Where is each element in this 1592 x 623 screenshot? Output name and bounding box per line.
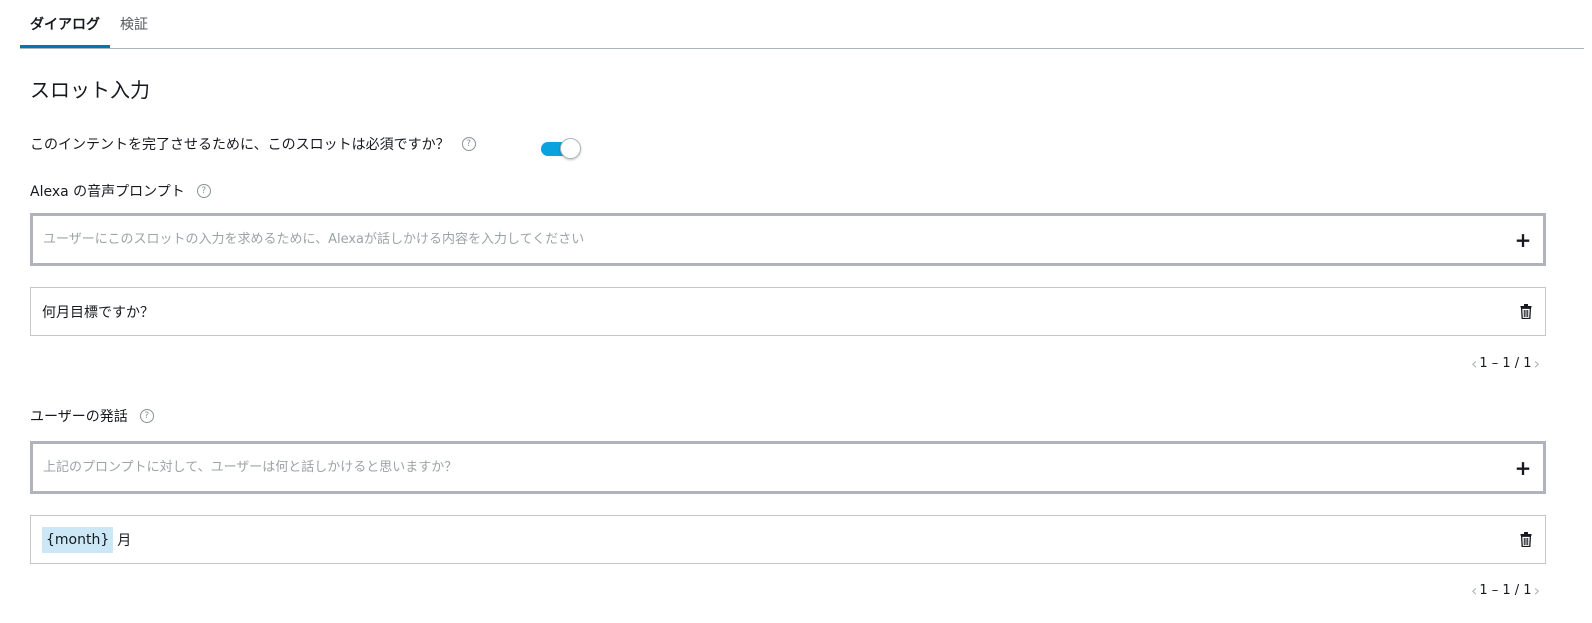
utterance-item-content: {month} 月	[42, 526, 1507, 553]
utterances-label: ユーザーの発話	[30, 409, 128, 425]
prompts-label: Alexa の音声プロンプト	[30, 184, 185, 200]
toggle-knob	[560, 138, 581, 159]
help-icon[interactable]: ?	[139, 409, 154, 423]
prev-page-icon[interactable]: ‹	[1471, 354, 1477, 373]
next-page-icon[interactable]: ›	[1534, 581, 1540, 600]
required-question: このインテントを完了させるために、このスロットは必須ですか？ ?	[30, 134, 476, 154]
prompt-item[interactable]: 何月目標ですか？	[30, 287, 1546, 336]
prev-page-icon[interactable]: ‹	[1471, 581, 1477, 600]
tab-dialog[interactable]: ダイアログ	[20, 0, 110, 48]
add-prompt-button[interactable]: +	[1503, 216, 1543, 263]
add-utterance-button[interactable]: +	[1503, 444, 1543, 491]
prompt-input-box: +	[30, 213, 1546, 266]
help-icon[interactable]: ?	[461, 137, 476, 151]
page-range: 1 – 1 / 1	[1479, 583, 1532, 598]
prompts-label-row: Alexa の音声プロンプト ?	[30, 181, 211, 201]
slot-chip[interactable]: {month}	[42, 526, 114, 553]
utterances-label-row: ユーザーの発話 ?	[30, 406, 154, 426]
section-title: スロット入力	[30, 78, 150, 102]
prompt-item-text: 何月目標ですか？	[42, 304, 154, 321]
prompt-input[interactable]	[33, 216, 1503, 263]
utterance-item-text: 月	[117, 532, 132, 549]
utterances-pagination: ‹ 1 – 1 / 1 ›	[1471, 581, 1540, 600]
utterance-input[interactable]	[33, 444, 1503, 491]
trash-icon[interactable]	[1507, 516, 1545, 563]
next-page-icon[interactable]: ›	[1534, 354, 1540, 373]
tab-bar: ダイアログ 検証	[20, 0, 1584, 49]
required-toggle[interactable]	[541, 138, 581, 160]
tab-validation[interactable]: 検証	[110, 0, 158, 48]
trash-icon[interactable]	[1507, 288, 1545, 335]
utterance-input-box: +	[30, 441, 1546, 494]
required-label: このインテントを完了させるために、このスロットは必須ですか？	[30, 137, 450, 153]
utterance-item[interactable]: {month} 月	[30, 515, 1546, 564]
page-range: 1 – 1 / 1	[1479, 356, 1532, 371]
help-icon[interactable]: ?	[196, 184, 211, 198]
slot-filling-page: ダイアログ 検証 スロット入力 このインテントを完了させるために、このスロットは…	[0, 0, 1592, 623]
prompts-pagination: ‹ 1 – 1 / 1 ›	[1471, 354, 1540, 373]
